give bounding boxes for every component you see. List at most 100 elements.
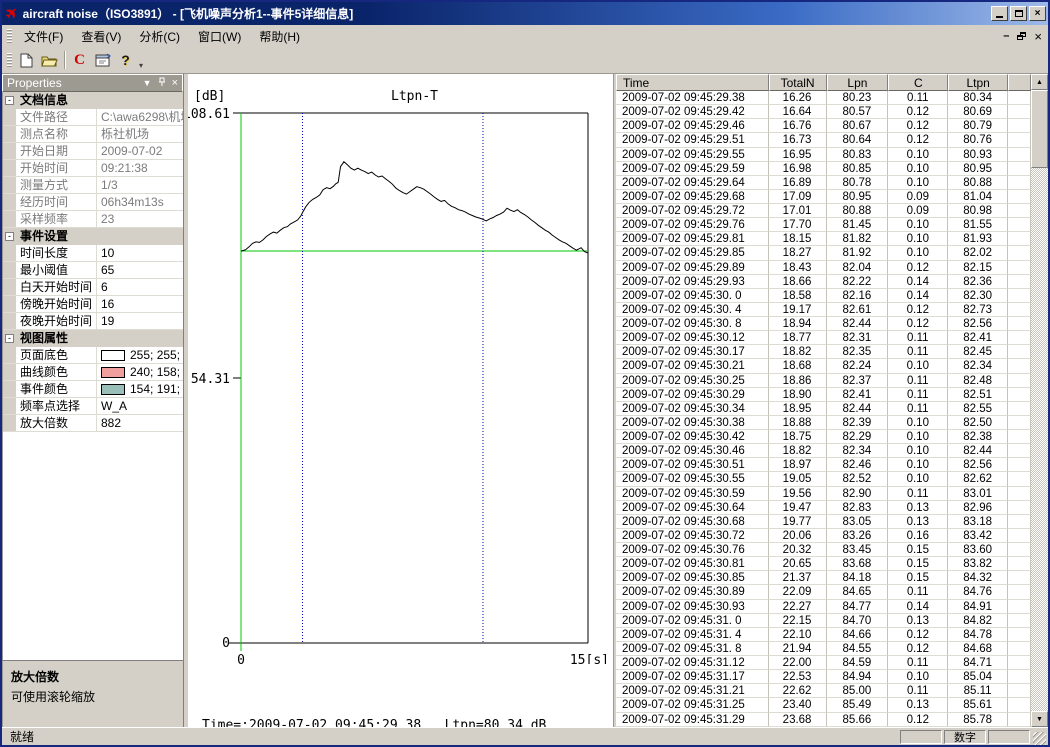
property-value[interactable]: 16 — [97, 296, 183, 312]
property-value[interactable]: 154; 191; 18 — [97, 381, 183, 397]
scroll-down-icon[interactable]: ▼ — [1031, 711, 1048, 727]
property-value[interactable]: 10 — [97, 245, 183, 261]
table-row[interactable]: 2009-07-02 09:45:31.1222.0084.590.1184.7… — [616, 656, 1031, 670]
toolbar-overflow-icon[interactable]: ▾ — [139, 61, 143, 73]
property-value[interactable]: 882 — [97, 415, 183, 431]
column-header-blank[interactable] — [1008, 74, 1031, 91]
property-value[interactable]: 65 — [97, 262, 183, 278]
table-row[interactable]: 2009-07-02 09:45:29.4216.6480.570.1280.6… — [616, 105, 1031, 119]
scroll-up-icon[interactable]: ▲ — [1031, 74, 1048, 90]
property-category[interactable]: -视图属性 — [3, 330, 183, 347]
table-row[interactable]: 2009-07-02 09:45:30.4618.8282.340.1082.4… — [616, 444, 1031, 458]
table-row[interactable]: 2009-07-02 09:45:30.1218.7782.310.1182.4… — [616, 331, 1031, 345]
chevron-down-icon[interactable]: ▼ — [143, 79, 152, 88]
table-row[interactable]: 2009-07-02 09:45:30.5118.9782.460.1082.5… — [616, 458, 1031, 472]
collapse-icon[interactable]: - — [5, 334, 14, 343]
table-row[interactable]: 2009-07-02 09:45:30.3418.9582.440.1182.5… — [616, 402, 1031, 416]
table-row[interactable]: 2009-07-02 09:45:30. 818.9482.440.1282.5… — [616, 317, 1031, 331]
close-button[interactable]: × — [1029, 6, 1046, 21]
table-row[interactable]: 2009-07-02 09:45:30.5919.5682.900.1183.0… — [616, 487, 1031, 501]
table-row[interactable]: 2009-07-02 09:45:30.6419.4782.830.1382.9… — [616, 501, 1031, 515]
mdi-close-button[interactable]: × — [1034, 30, 1042, 43]
table-row[interactable]: 2009-07-02 09:45:31.2523.4085.490.1385.6… — [616, 698, 1031, 712]
table-row[interactable]: 2009-07-02 09:45:30.8521.3784.180.1584.3… — [616, 571, 1031, 585]
table-row[interactable]: 2009-07-02 09:45:31. 821.9484.550.1284.6… — [616, 642, 1031, 656]
property-value[interactable]: 19 — [97, 313, 183, 329]
menu-grip[interactable] — [7, 29, 12, 43]
property-value[interactable]: W_A — [97, 398, 183, 414]
table-row[interactable]: 2009-07-02 09:45:29.5916.9880.850.1080.9… — [616, 162, 1031, 176]
table-row[interactable]: 2009-07-02 09:45:29.7617.7081.450.1081.5… — [616, 218, 1031, 232]
table-row[interactable]: 2009-07-02 09:45:30.8922.0984.650.1184.7… — [616, 585, 1031, 599]
table-row[interactable]: 2009-07-02 09:45:31. 022.1584.700.1384.8… — [616, 614, 1031, 628]
column-header-C[interactable]: C — [888, 74, 948, 91]
new-document-button[interactable] — [15, 49, 38, 71]
table-row[interactable]: 2009-07-02 09:45:30.4218.7582.290.1082.3… — [616, 430, 1031, 444]
ltpn-chart[interactable]: [dB]Ltpn-T108.6154.310015[s] — [188, 74, 613, 664]
table-row[interactable]: 2009-07-02 09:45:31.2122.6285.000.1185.1… — [616, 684, 1031, 698]
collapse-icon[interactable]: - — [5, 96, 14, 105]
table-row[interactable]: 2009-07-02 09:45:30. 018.5882.160.1482.3… — [616, 289, 1031, 303]
title-bar[interactable]: ✈ aircraft noise（ISO3891） - [飞机噪声分析1--事件… — [2, 2, 1048, 25]
table-row[interactable]: 2009-07-02 09:45:29.8518.2781.920.1082.0… — [616, 246, 1031, 260]
table-row[interactable]: 2009-07-02 09:45:30.3818.8882.390.1082.5… — [616, 416, 1031, 430]
table-row[interactable]: 2009-07-02 09:45:30.9322.2784.770.1484.9… — [616, 600, 1031, 614]
table-row[interactable]: 2009-07-02 09:45:31. 422.1084.660.1284.7… — [616, 628, 1031, 642]
table-row[interactable]: 2009-07-02 09:45:29.5116.7380.640.1280.7… — [616, 133, 1031, 147]
table-row[interactable]: 2009-07-02 09:45:30.7620.3283.450.1583.6… — [616, 543, 1031, 557]
table-row[interactable]: 2009-07-02 09:45:30.2918.9082.410.1182.5… — [616, 388, 1031, 402]
property-value[interactable]: 255; 255; 25 — [97, 347, 183, 363]
close-panel-icon[interactable]: × — [172, 78, 178, 89]
table-row[interactable]: 2009-07-02 09:45:29.6416.8980.780.1080.8… — [616, 176, 1031, 190]
property-category[interactable]: -文档信息 — [3, 92, 183, 109]
column-header-Lpn[interactable]: Lpn — [827, 74, 889, 91]
table-row[interactable]: 2009-07-02 09:45:30.8120.6583.680.1583.8… — [616, 557, 1031, 571]
property-category[interactable]: -事件设置 — [3, 228, 183, 245]
table-row[interactable]: 2009-07-02 09:45:29.8918.4382.040.1282.1… — [616, 261, 1031, 275]
toolbar-grip[interactable] — [7, 53, 12, 67]
table-row[interactable]: 2009-07-02 09:45:29.6817.0980.950.0981.0… — [616, 190, 1031, 204]
column-header-TotalN[interactable]: TotalN — [769, 74, 827, 91]
analysis-button[interactable]: C — [68, 49, 91, 71]
maximize-button[interactable] — [1010, 6, 1027, 21]
mdi-minimize-button[interactable]: – — [1003, 31, 1009, 42]
table-row[interactable]: 2009-07-02 09:45:30.2518.8682.370.1182.4… — [616, 374, 1031, 388]
table-row[interactable]: 2009-07-02 09:45:29.3816.2680.230.1180.3… — [616, 91, 1031, 105]
pin-icon[interactable] — [158, 77, 166, 89]
table-row[interactable]: 2009-07-02 09:45:29.9318.6682.220.1482.3… — [616, 275, 1031, 289]
properties-panel-titlebar[interactable]: Properties ▼ × — [2, 74, 183, 92]
table-row[interactable]: 2009-07-02 09:45:31.2923.6885.660.1285.7… — [616, 713, 1031, 727]
menu-item-3[interactable]: 窗口(W) — [189, 25, 250, 48]
help-button[interactable]: ? — [114, 49, 137, 71]
mdi-restore-button[interactable] — [1017, 32, 1026, 40]
table-row[interactable]: 2009-07-02 09:45:30.2118.6882.240.1082.3… — [616, 359, 1031, 373]
collapse-icon[interactable]: - — [5, 232, 14, 241]
column-header-Ltpn[interactable]: Ltpn — [948, 74, 1008, 91]
property-value[interactable]: 6 — [97, 279, 183, 295]
scrollbar-thumb[interactable] — [1031, 90, 1048, 168]
menu-item-4[interactable]: 帮助(H) — [250, 25, 309, 48]
resize-grip[interactable] — [1033, 732, 1046, 745]
properties-button[interactable] — [91, 49, 114, 71]
scrollbar-trough[interactable] — [1031, 168, 1048, 711]
table-row[interactable]: 2009-07-02 09:45:30.1718.8282.350.1182.4… — [616, 345, 1031, 359]
minimize-button[interactable] — [991, 6, 1008, 21]
y-axis-unit-label: [dB] — [194, 89, 225, 104]
open-file-button[interactable] — [38, 49, 61, 71]
menu-item-1[interactable]: 查看(V) — [72, 25, 130, 48]
property-value[interactable]: 240; 158; 15 — [97, 364, 183, 380]
table-row[interactable]: 2009-07-02 09:45:29.8118.1581.820.1081.9… — [616, 232, 1031, 246]
table-scrollbar[interactable]: ▲ ▼ — [1031, 74, 1048, 727]
table-row[interactable]: 2009-07-02 09:45:30.5519.0582.520.1082.6… — [616, 472, 1031, 486]
table-row[interactable]: 2009-07-02 09:45:30.6819.7783.050.1383.1… — [616, 515, 1031, 529]
menu-item-2[interactable]: 分析(C) — [130, 25, 189, 48]
table-row[interactable]: 2009-07-02 09:45:29.4616.7680.670.1280.7… — [616, 119, 1031, 133]
table-row[interactable]: 2009-07-02 09:45:31.1722.5384.940.1085.0… — [616, 670, 1031, 684]
column-header-Time[interactable]: Time — [616, 74, 769, 91]
menu-item-0[interactable]: 文件(F) — [15, 25, 72, 48]
table-row[interactable]: 2009-07-02 09:45:29.7217.0180.880.0980.9… — [616, 204, 1031, 218]
chart-panel[interactable]: [dB]Ltpn-T108.6154.310015[s] Time=:2009-… — [188, 74, 614, 727]
table-row[interactable]: 2009-07-02 09:45:30. 419.1782.610.1282.7… — [616, 303, 1031, 317]
table-row[interactable]: 2009-07-02 09:45:30.7220.0683.260.1683.4… — [616, 529, 1031, 543]
table-row[interactable]: 2009-07-02 09:45:29.5516.9580.830.1080.9… — [616, 148, 1031, 162]
